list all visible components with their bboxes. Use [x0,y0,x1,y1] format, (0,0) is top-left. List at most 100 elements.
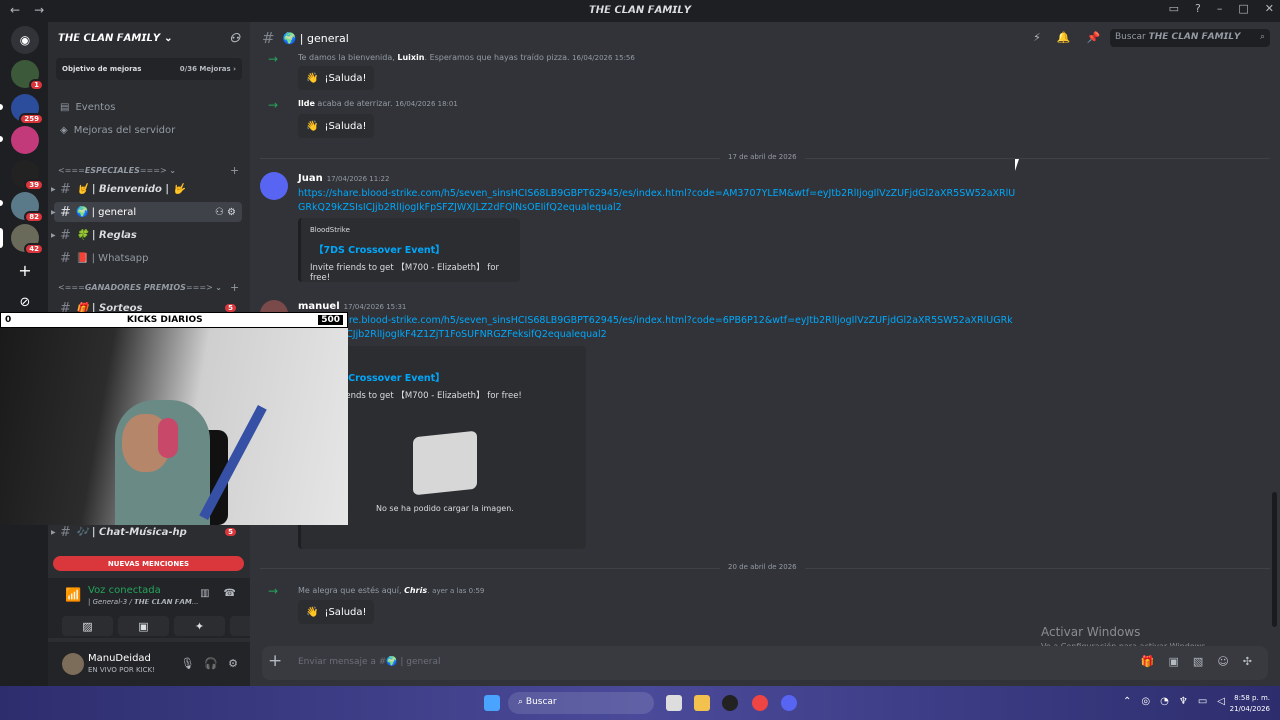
display-icon[interactable]: ▭ [1198,696,1207,707]
window-title: 𝙏𝙃𝙀 𝘾𝙇𝘼𝙉 𝙁𝘼𝙈𝙄𝙇𝙔 [588,5,692,16]
message-user[interactable]: Juan [298,173,323,184]
guild-header[interactable]: 𝙏𝙃𝙀 𝘾𝙇𝘼𝙉 𝙁𝘼𝙈𝙄𝙇𝙔 ⌄ ⚇ [48,22,250,54]
message-header: manuel 17/04/2026 15:31 [298,301,406,312]
join-arrow-icon: → [268,584,279,598]
timestamp: 16/04/2026 15:56 [572,54,635,62]
join-arrow-icon: → [268,98,279,112]
boost-icon: ◈ [60,125,68,136]
disconnect-icon[interactable]: ☎ [224,588,236,599]
saluda-button[interactable]: 👋 ¡Saluda! [298,600,374,624]
taskbar-clock[interactable]: 8:58 p. m. 21/04/2026 [1230,693,1270,715]
server-icon[interactable]: 82 [11,192,44,223]
mic-icon[interactable]: 🎙 [180,657,194,670]
discord-home-icon[interactable]: ◉ [11,26,39,54]
calendar-icon: ▤ [60,102,70,113]
message-user[interactable]: Luixin [397,53,424,62]
wifi-icon[interactable]: ◔ [1160,696,1169,707]
task-view-icon[interactable] [666,695,682,711]
channel-reglas[interactable]: ▶ # 🍀 | 𝙍𝙚𝙜𝙡𝙖𝙨 [51,225,242,245]
channel-general[interactable]: ▶ # 🌍 | general ⚇ ⚙ [51,202,242,222]
security-icon[interactable]: ◎ [1141,696,1150,707]
channel-chat-musica[interactable]: ▶ # 🎶 | 𝘾𝙝𝙖𝙩-𝙈𝙪́𝙨𝙞𝙘𝙖-𝙝𝙥 5 [51,522,242,542]
embed-provider[interactable]: BloodStrike [310,226,350,234]
add-server-icon[interactable]: + [11,256,39,284]
signal-icon[interactable]: 📶 [65,588,81,603]
search-input[interactable]: Buscar 𝙏𝙃𝙀 𝘾𝙇𝘼𝙉 𝙁𝘼𝙈𝙄𝙇𝙔 ⌕ [1110,29,1270,47]
category-especiales[interactable]: <===𝙀𝙎𝙋𝙀𝘾𝙄𝘼𝙇𝙀𝙎===> ⌄ + [58,164,239,177]
add-channel-icon[interactable]: + [230,281,239,294]
pin-icon[interactable]: 📌 [1087,31,1101,44]
voice-status[interactable]: Voz conectada [88,585,161,596]
taskbar-search[interactable]: ⌕ Buscar [508,692,654,714]
date-label: 17 de abril de 2026 [720,153,805,161]
server-icon[interactable]: 39 [11,160,44,191]
kicks-bar: 0 KICKS DIARIOS 500 [0,312,348,328]
saluda-button[interactable]: 👋 ¡Saluda! [298,66,374,90]
threads-icon[interactable]: ⚡ [1033,31,1041,44]
unread-arrow-icon: ▶ [51,208,56,216]
composer-placeholder[interactable]: Enviar mensaje a #🌍 | general [298,657,441,667]
camera-button[interactable]: ▨ [62,616,113,636]
channel-settings-icon[interactable]: ⚇ ⚙ [215,207,236,218]
volume-icon[interactable]: ◁ [1217,696,1225,707]
mic-icon[interactable]: ♆ [1179,696,1188,707]
attach-icon[interactable]: + [268,651,282,671]
channel-bienvenido[interactable]: ▶ # 🤘 | 𝘽𝙞𝙚𝙣𝙫𝙚𝙣𝙞𝙙𝙤 | 🤟 [51,179,242,199]
hash-icon: # [60,250,71,266]
server-icon[interactable]: 1 [11,60,44,91]
close-icon[interactable]: ✕ [1265,2,1274,15]
apps-icon[interactable]: ✣ [1243,655,1252,668]
gear-icon[interactable]: ⚙ [228,657,238,670]
avatar[interactable] [62,653,84,675]
voice-channel[interactable]: | General-3 / 𝙏𝙃𝙀 𝘾𝙇𝘼𝙉 𝙁𝘼𝙈... [88,598,199,606]
noise-icon[interactable]: ▥ [200,588,209,599]
help-icon[interactable]: ? [1195,2,1201,15]
headphones-icon[interactable]: 🎧 [204,657,218,670]
message-user[interactable]: manuel [298,301,340,312]
chevron-up-icon[interactable]: ⌃ [1123,696,1131,707]
gift-icon[interactable]: 🎁 [1141,655,1155,668]
system-tray: ⌃ ◎ ◔ ♆ ▭ ◁ [1123,696,1225,707]
server-icon[interactable] [11,126,39,154]
message-composer[interactable]: + Enviar mensaje a #🌍 | general 🎁 ▣ ▧ ☺ ✣ [262,646,1268,680]
invite-icon[interactable]: ⚇ [229,31,240,45]
embed-title[interactable]: 【7DS Crossover Event】 [314,242,445,256]
gif-icon[interactable]: ▣ [1169,655,1179,668]
bell-icon[interactable]: 🔔 [1057,31,1071,44]
maximize-icon[interactable]: □ [1238,2,1248,15]
server-icon-active[interactable]: 42 [11,224,44,255]
message-link[interactable]: https://share.blood-strike.com/h5/seven_… [298,187,1018,215]
add-channel-icon[interactable]: + [230,164,239,177]
clock-date: 21/04/2026 [1229,705,1270,713]
message-user[interactable]: Ilde [298,99,315,108]
server-boosts-item[interactable]: ◈ Mejoras del servidor [60,125,175,136]
window-titlebar: ← → 𝙏𝙃𝙀 𝘾𝙇𝘼𝙉 𝙁𝘼𝙈𝙄𝙇𝙔 ▭ ? – □ ✕ [0,0,1280,22]
windows-start-icon[interactable] [484,695,500,711]
server-icon[interactable]: 259 [11,94,44,125]
emoji-icon[interactable]: ☺ [1217,655,1228,668]
inbox-icon[interactable]: ▭ [1169,2,1179,15]
boost-goal[interactable]: Objetivo de mejoras 0/36 Mejoras › [56,58,242,80]
scrollbar[interactable] [1272,492,1277,627]
screenshare-button[interactable]: ▣ [118,616,169,636]
channel-label: 📕 | Whatsapp [76,252,149,264]
clock-time: 8:58 p. m. [1234,694,1270,702]
search-icon: ⌕ [518,697,526,707]
message-link[interactable]: https://share.blood-strike.com/h5/seven_… [298,314,1018,342]
app-icon[interactable] [722,695,738,711]
activities-button[interactable]: ✦ [174,616,225,636]
message-user[interactable]: 𝘾𝙝𝙧𝙞𝙨 [404,585,427,595]
avatar[interactable] [260,172,288,200]
sticker-icon[interactable]: ▧ [1193,655,1203,668]
chrome-icon[interactable] [752,695,768,711]
discord-icon[interactable] [781,695,797,711]
channel-label: 🍀 | 𝙍𝙚𝙜𝙡𝙖𝙨 [76,229,137,241]
minimize-icon[interactable]: – [1217,2,1223,15]
new-mentions-button[interactable]: NUEVAS MENCIONES [53,556,244,571]
events-item[interactable]: ▤ Eventos [60,102,115,113]
saluda-button[interactable]: 👋 ¡Saluda! [298,114,374,138]
category-ganadores[interactable]: <===𝙂𝘼𝙉𝘼𝘿𝙊𝙍𝙀𝙎 𝙋𝙍𝙀𝙈𝙄𝙊𝙎===> ⌄ + [58,281,239,294]
category-label: <===𝙂𝘼𝙉𝘼𝘿𝙊𝙍𝙀𝙎 𝙋𝙍𝙀𝙈𝙄𝙊𝙎===> [58,283,213,292]
file-explorer-icon[interactable] [694,695,710,711]
channel-whatsapp[interactable]: # 📕 | Whatsapp [54,248,242,268]
